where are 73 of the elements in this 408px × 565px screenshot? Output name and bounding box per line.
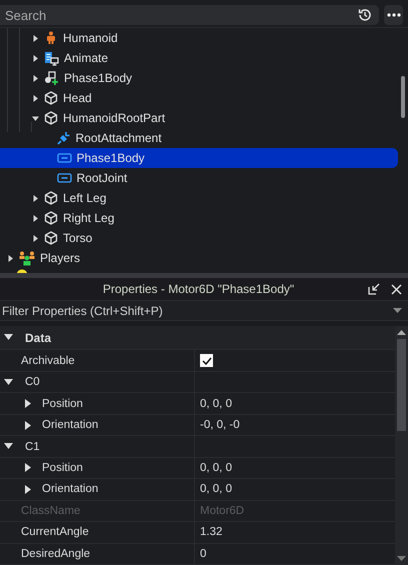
history-icon[interactable] [357,7,373,23]
undock-icon[interactable] [368,283,380,295]
scrollbar[interactable] [401,76,405,118]
property-value[interactable]: 0, 0, 0 [200,398,232,410]
tree-item[interactable]: Right Leg [0,208,398,228]
expand-arrow-icon[interactable] [32,74,38,82]
checkbox[interactable] [200,354,213,368]
search-bar[interactable]: Search [0,5,379,25]
property-name: C1 [25,440,40,452]
property-name: CurrentAngle [21,526,89,538]
property-value[interactable]: 1.32 [200,526,222,538]
collapse-arrow-icon[interactable] [4,334,13,342]
humanoid-icon [44,31,58,45]
search-field[interactable]: Search [5,8,357,22]
property-value[interactable]: 0, 0, 0 [200,462,232,474]
close-icon[interactable] [391,284,402,294]
dropdown-icon[interactable] [393,308,402,314]
tree-item[interactable]: Torso [0,228,398,248]
property-name: ClassName [21,504,80,517]
scrollbar[interactable] [395,326,408,565]
cube-icon [44,111,58,125]
tree-item[interactable]: Players [0,248,398,268]
category-label: Data [25,330,52,345]
property-name: C0 [25,376,40,388]
cube-icon [44,231,58,245]
filter-bar[interactable]: Filter Properties (Ctrl+Shift+P) [0,300,408,321]
joint-icon [56,152,72,164]
cube-icon [44,191,58,205]
expand-arrow-icon[interactable] [32,234,38,242]
expand-arrow-icon[interactable] [32,94,38,102]
more-button[interactable] [384,5,403,25]
property-name: DesiredAngle [21,548,90,560]
property-name: Archivable [21,354,75,367]
scroll-up-icon[interactable] [397,330,406,335]
expand-arrow-icon[interactable] [25,463,32,472]
tree-item[interactable]: RootAttachment [0,128,398,148]
tree-item[interactable]: HumanoidRootPart [0,108,398,128]
model-add-icon [44,70,59,86]
expand-arrow-icon[interactable] [25,484,32,494]
joint-icon [56,172,72,184]
property-value[interactable]: 0, 0, 0 [200,483,232,496]
plug-icon [56,131,70,145]
property-name: Position [42,462,83,474]
scroll-down-icon[interactable] [397,556,406,561]
expand-arrow-icon[interactable] [32,214,38,222]
collapse-arrow-icon[interactable] [4,443,13,450]
tree-item[interactable]: RootJoint [0,168,398,188]
more-icon [386,13,400,17]
expand-arrow-icon[interactable] [25,420,32,430]
property-name: Position [42,398,83,410]
tree-item[interactable]: Phase1Body [0,68,398,88]
expand-arrow-icon[interactable] [32,34,38,42]
tree-item[interactable]: Humanoid [0,28,398,48]
property-value[interactable]: -0, 0, -0 [200,419,240,432]
property-name: Orientation [42,483,98,496]
collapse-arrow-icon[interactable] [32,114,38,122]
expand-arrow-icon[interactable] [32,54,38,62]
tree-item[interactable]: Head [0,88,398,108]
expand-arrow-icon[interactable] [32,194,38,202]
panel-title: Properties - Motor6D "Phase1Body" [102,282,296,296]
tree-item[interactable]: Animate [0,48,398,68]
filter-field[interactable]: Filter Properties (Ctrl+Shift+P) [2,304,393,318]
cube-icon [44,211,58,225]
property-name: Orientation [42,419,98,432]
cube-icon [44,91,58,105]
players-icon [19,250,35,266]
property-value[interactable]: 0 [200,548,206,560]
tree-item[interactable]: Phase1Body [0,148,398,168]
expand-arrow-icon[interactable] [25,399,32,408]
expand-arrow-icon[interactable] [6,254,14,262]
script-icon [44,50,59,66]
tree-item[interactable]: Left Leg [0,188,398,208]
collapse-arrow-icon[interactable] [4,378,13,386]
